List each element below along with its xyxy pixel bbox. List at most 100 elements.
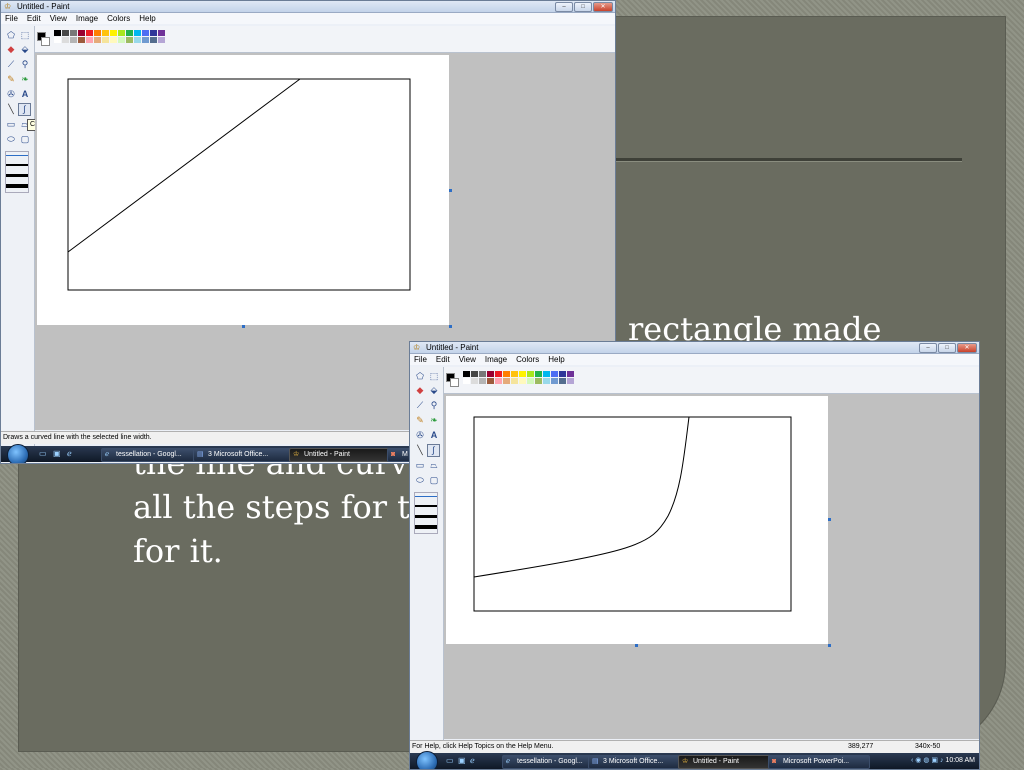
text-icon[interactable]: A xyxy=(19,88,31,100)
line-width-3[interactable] xyxy=(415,515,437,518)
menu-view[interactable]: View xyxy=(50,13,67,24)
color-swatch[interactable] xyxy=(551,378,558,384)
close-button[interactable]: ✕ xyxy=(957,343,977,353)
menu-file[interactable]: File xyxy=(414,354,427,365)
ellipse-icon[interactable]: ⬭ xyxy=(5,133,17,145)
color-swatch[interactable] xyxy=(142,30,149,36)
show-desktop-icon[interactable]: ▭ xyxy=(39,449,49,459)
drawing-canvas[interactable] xyxy=(37,55,449,325)
close-button[interactable]: ✕ xyxy=(593,2,613,12)
curve-icon[interactable]: ∫ xyxy=(427,444,440,457)
menu-edit[interactable]: Edit xyxy=(27,13,41,24)
resize-handle-right[interactable] xyxy=(449,189,452,192)
color-swatch[interactable] xyxy=(519,378,526,384)
eyedropper-icon[interactable]: ⟋ xyxy=(414,399,426,411)
minimize-button[interactable]: – xyxy=(919,343,937,353)
magnifier-icon[interactable]: ⚲ xyxy=(19,58,31,70)
color-swatch[interactable] xyxy=(78,37,85,43)
color-swatch[interactable] xyxy=(126,37,133,43)
color-swatch[interactable] xyxy=(102,37,109,43)
color-swatch[interactable] xyxy=(86,30,93,36)
menu-help[interactable]: Help xyxy=(139,13,155,24)
color-swatch[interactable] xyxy=(479,371,486,377)
free-select-icon[interactable]: ⬠ xyxy=(414,370,426,382)
color-swatch[interactable] xyxy=(54,30,61,36)
color-swatch[interactable] xyxy=(78,30,85,36)
title-bar[interactable]: ♔ Untitled - Paint – □ ✕ xyxy=(1,1,615,13)
curve-icon[interactable]: ∫ xyxy=(18,103,31,116)
menu-colors[interactable]: Colors xyxy=(107,13,130,24)
menu-help[interactable]: Help xyxy=(548,354,564,365)
line-width-1[interactable] xyxy=(6,155,28,156)
rect-select-icon[interactable]: ⬚ xyxy=(19,29,31,41)
color-swatch[interactable] xyxy=(527,378,534,384)
maximize-button[interactable]: □ xyxy=(938,343,956,353)
menu-view[interactable]: View xyxy=(459,354,476,365)
switch-windows-icon[interactable]: ▣ xyxy=(53,449,63,459)
airbrush-icon[interactable]: ✇ xyxy=(414,429,426,441)
taskbar-item-paint[interactable]: ♔ Untitled - Paint xyxy=(678,755,778,769)
color-swatch[interactable] xyxy=(535,371,542,377)
color-swatch[interactable] xyxy=(158,37,165,43)
taskbar-item-browser[interactable]: ℯ tessellation - Googl... xyxy=(502,755,598,769)
taskbar-item-powerpoint[interactable]: ◙ Microsoft PowerPoi... xyxy=(768,755,870,769)
taskbar-item-office[interactable]: ▤ 3 Microsoft Office... xyxy=(193,448,297,462)
windows-orb-icon[interactable] xyxy=(7,444,29,463)
color-swatch[interactable] xyxy=(559,371,566,377)
line-width-4[interactable] xyxy=(415,525,437,529)
resize-handle-corner[interactable] xyxy=(449,325,452,328)
airbrush-icon[interactable]: ✇ xyxy=(5,88,17,100)
color-swatch[interactable] xyxy=(94,37,101,43)
color-swatch[interactable] xyxy=(527,371,534,377)
color-swatch[interactable] xyxy=(463,371,470,377)
color-swatch[interactable] xyxy=(495,371,502,377)
taskbar-item-office[interactable]: ▤ 3 Microsoft Office... xyxy=(588,755,690,769)
brush-icon[interactable]: ❧ xyxy=(428,414,440,426)
color-swatch[interactable] xyxy=(54,37,61,43)
line-icon[interactable]: ╲ xyxy=(414,444,426,456)
color-swatch[interactable] xyxy=(487,378,494,384)
menu-colors[interactable]: Colors xyxy=(516,354,539,365)
color-swatch[interactable] xyxy=(487,371,494,377)
color-swatch[interactable] xyxy=(543,371,550,377)
line-width-selector[interactable] xyxy=(414,492,438,534)
resize-handle-bottom[interactable] xyxy=(635,644,638,647)
color-swatch[interactable] xyxy=(535,378,542,384)
color-swatch[interactable] xyxy=(70,30,77,36)
fill-icon[interactable]: ⬙ xyxy=(428,384,440,396)
color-swatch[interactable] xyxy=(559,378,566,384)
eraser-icon[interactable]: ◆ xyxy=(414,384,426,396)
color-swatch[interactable] xyxy=(503,371,510,377)
polygon-icon[interactable]: ⏢ xyxy=(428,459,440,471)
color-swatch[interactable] xyxy=(134,37,141,43)
menu-image[interactable]: Image xyxy=(485,354,507,365)
color-swatch[interactable] xyxy=(86,37,93,43)
color-swatch[interactable] xyxy=(134,30,141,36)
color-swatch[interactable] xyxy=(567,371,574,377)
pencil-icon[interactable]: ✎ xyxy=(414,414,426,426)
show-desktop-icon[interactable]: ▭ xyxy=(446,756,456,766)
color-swatch[interactable] xyxy=(503,378,510,384)
fill-icon[interactable]: ⬙ xyxy=(19,43,31,55)
color-swatch[interactable] xyxy=(94,30,101,36)
color-swatch[interactable] xyxy=(150,30,157,36)
ellipse-icon[interactable]: ⬭ xyxy=(414,474,426,486)
eraser-icon[interactable]: ◆ xyxy=(5,43,17,55)
color-swatch[interactable] xyxy=(511,378,518,384)
color-swatch[interactable] xyxy=(479,378,486,384)
color-swatch[interactable] xyxy=(543,378,550,384)
color-swatch[interactable] xyxy=(551,371,558,377)
drawing-canvas[interactable] xyxy=(446,396,828,644)
clock[interactable]: 10:08 AM xyxy=(945,757,975,764)
color-swatch[interactable] xyxy=(471,378,478,384)
color-swatch[interactable] xyxy=(62,30,69,36)
rounded-rect-icon[interactable]: ▢ xyxy=(19,133,31,145)
rect-select-icon[interactable]: ⬚ xyxy=(428,370,440,382)
current-colors[interactable] xyxy=(35,30,51,46)
resize-handle-corner[interactable] xyxy=(828,644,831,647)
color-swatch[interactable] xyxy=(62,37,69,43)
menu-file[interactable]: File xyxy=(5,13,18,24)
maximize-button[interactable]: □ xyxy=(574,2,592,12)
line-width-2[interactable] xyxy=(6,164,28,166)
rectangle-icon[interactable]: ▭ xyxy=(414,459,426,471)
